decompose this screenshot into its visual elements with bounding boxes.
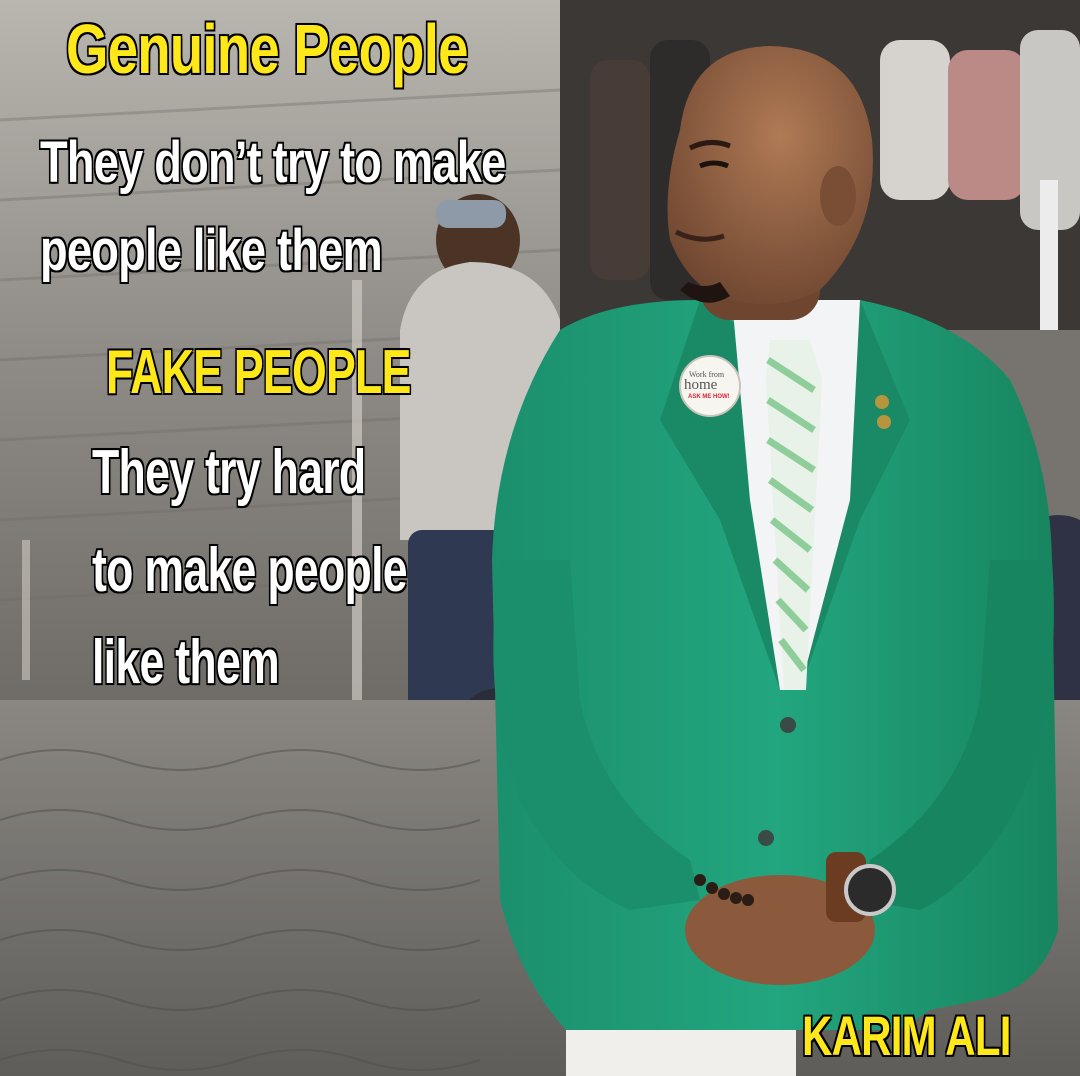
wristwatch-face [844, 864, 896, 916]
fake-people-title: FAKE PEOPLE [105, 338, 412, 407]
fake-people-line-1: They try hard [91, 438, 367, 507]
fake-people-line-3: like them [91, 628, 280, 697]
badge-line-2: home [684, 377, 718, 393]
brand-signature: KARIM ALI [801, 1004, 1012, 1067]
badge-line-3: ASK ME HOW! [688, 394, 730, 400]
fake-people-line-2: to make people [91, 536, 408, 605]
jacket-button [780, 717, 796, 733]
genuine-people-line-1: They don’t try to make [39, 130, 507, 195]
genuine-people-title: Genuine People [65, 10, 469, 88]
lapel-pin [877, 415, 891, 429]
ear [820, 166, 856, 226]
lapel-pin [875, 395, 889, 409]
photo-scene: Work from home ASK ME HOW! Genuine Peopl… [0, 0, 1080, 1076]
background-pillar [1040, 180, 1058, 340]
jacket-button [758, 830, 774, 846]
genuine-people-line-2: people like them [39, 218, 383, 283]
handrail-post [22, 540, 30, 680]
